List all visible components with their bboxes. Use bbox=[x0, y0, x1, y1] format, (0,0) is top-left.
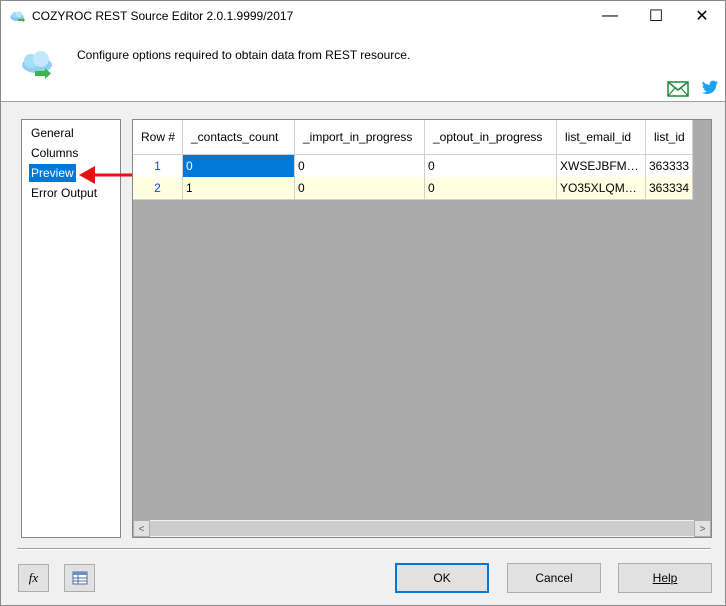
header-description: Configure options required to obtain dat… bbox=[77, 48, 411, 62]
scrollbar-thumb[interactable] bbox=[150, 521, 694, 536]
close-button[interactable]: ✕ bbox=[679, 1, 725, 31]
nav-item-general[interactable]: General bbox=[29, 124, 76, 142]
table-cell[interactable]: 1 bbox=[183, 177, 295, 199]
column-header-import-in-progress[interactable]: _import_in_progress bbox=[295, 120, 425, 154]
table-cell[interactable]: 0 bbox=[425, 177, 557, 199]
table-cell[interactable]: 363333 bbox=[646, 155, 693, 177]
table-cell[interactable]: 363334 bbox=[646, 177, 693, 199]
grid-table-icon bbox=[72, 571, 87, 585]
cloud-app-icon bbox=[10, 11, 25, 23]
ok-button[interactable]: OK bbox=[395, 563, 489, 593]
row-number-cell[interactable]: 2 bbox=[133, 177, 183, 199]
column-header-row-number[interactable]: Row # bbox=[133, 120, 183, 154]
editor-window: COZYROC REST Source Editor 2.0.1.9999/20… bbox=[0, 0, 726, 606]
minimize-button[interactable]: — bbox=[587, 1, 633, 31]
nav-item-error-output[interactable]: Error Output bbox=[29, 184, 99, 202]
footer-separator bbox=[17, 548, 711, 550]
table-cell[interactable]: 0 bbox=[295, 155, 425, 177]
table-cell[interactable]: 0 bbox=[425, 155, 557, 177]
scroll-right-icon[interactable]: > bbox=[694, 520, 711, 537]
table-row[interactable]: 2 1 0 0 YO35XLQMCQ... 363334 bbox=[133, 177, 693, 200]
horizontal-scrollbar[interactable]: < > bbox=[133, 520, 711, 537]
title-bar: COZYROC REST Source Editor 2.0.1.9999/20… bbox=[1, 1, 725, 31]
mail-icon[interactable] bbox=[667, 81, 689, 97]
column-header-optout-in-progress[interactable]: _optout_in_progress bbox=[425, 120, 557, 154]
twitter-icon[interactable] bbox=[701, 80, 719, 96]
column-header-list-id[interactable]: list_id bbox=[646, 120, 693, 154]
expression-button[interactable]: fx bbox=[18, 564, 49, 592]
table-cell[interactable]: 0 bbox=[183, 155, 295, 177]
table-cell[interactable]: YO35XLQMCQ... bbox=[557, 177, 646, 199]
column-header-contacts-count[interactable]: _contacts_count bbox=[183, 120, 295, 154]
preview-grid[interactable]: Row # _contacts_count _import_in_progres… bbox=[132, 119, 712, 538]
row-number-cell[interactable]: 1 bbox=[133, 155, 183, 177]
column-header-list-email-id[interactable]: list_email_id bbox=[557, 120, 646, 154]
help-button[interactable]: Help bbox=[618, 563, 712, 593]
window-title: COZYROC REST Source Editor 2.0.1.9999/20… bbox=[32, 9, 294, 23]
cloud-download-icon bbox=[22, 51, 52, 79]
header-banner: Configure options required to obtain dat… bbox=[1, 31, 725, 102]
nav-item-preview[interactable]: Preview bbox=[28, 163, 77, 183]
grid-header-row: Row # _contacts_count _import_in_progres… bbox=[133, 120, 693, 155]
cancel-button[interactable]: Cancel bbox=[507, 563, 601, 593]
help-button-label: Help bbox=[652, 571, 678, 585]
table-cell[interactable]: XWSEJBFMK7... bbox=[557, 155, 646, 177]
table-cell[interactable]: 0 bbox=[295, 177, 425, 199]
nav-item-columns[interactable]: Columns bbox=[29, 144, 80, 162]
page-navigation-list: General Columns Preview Error Output bbox=[21, 119, 121, 538]
scroll-left-icon[interactable]: < bbox=[133, 520, 150, 537]
table-row[interactable]: 1 0 0 0 XWSEJBFMK7... 363333 bbox=[133, 155, 693, 178]
maximize-button[interactable]: ☐ bbox=[633, 1, 679, 31]
parameters-button[interactable] bbox=[64, 564, 95, 592]
